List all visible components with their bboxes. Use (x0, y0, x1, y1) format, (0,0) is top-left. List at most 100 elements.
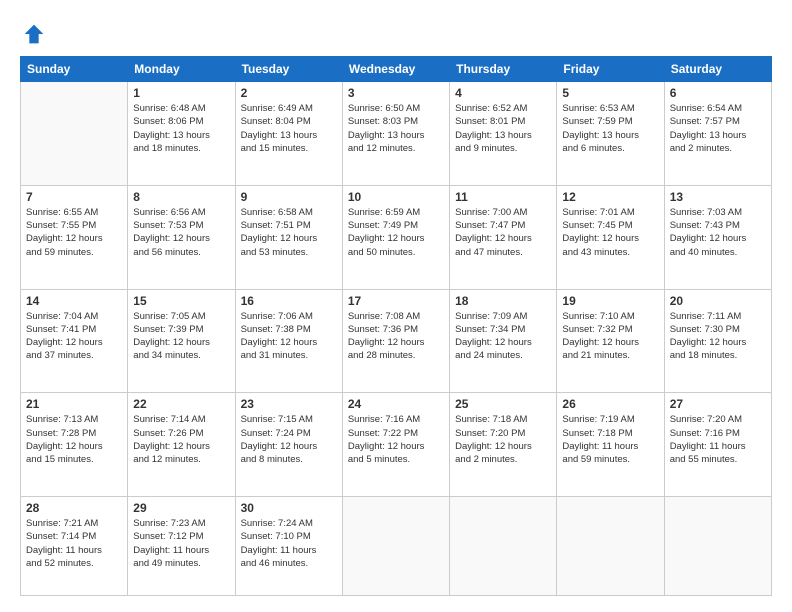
calendar-cell (664, 497, 771, 596)
day-info: Sunrise: 6:52 AMSunset: 8:01 PMDaylight:… (455, 102, 551, 155)
day-number: 14 (26, 294, 122, 308)
day-number: 16 (241, 294, 337, 308)
header-row: SundayMondayTuesdayWednesdayThursdayFrid… (21, 57, 772, 82)
day-number: 18 (455, 294, 551, 308)
calendar-cell: 25 Sunrise: 7:18 AMSunset: 7:20 PMDayligh… (450, 393, 557, 497)
logo (20, 20, 52, 48)
week-row-1: 1 Sunrise: 6:48 AMSunset: 8:06 PMDaylight… (21, 82, 772, 186)
calendar-cell: 7 Sunrise: 6:55 AMSunset: 7:55 PMDaylight… (21, 185, 128, 289)
calendar-cell: 8 Sunrise: 6:56 AMSunset: 7:53 PMDaylight… (128, 185, 235, 289)
calendar-cell: 27 Sunrise: 7:20 AMSunset: 7:16 PMDayligh… (664, 393, 771, 497)
day-info: Sunrise: 7:20 AMSunset: 7:16 PMDaylight:… (670, 413, 766, 466)
day-number: 28 (26, 501, 122, 515)
week-row-4: 21 Sunrise: 7:13 AMSunset: 7:28 PMDayligh… (21, 393, 772, 497)
day-number: 7 (26, 190, 122, 204)
calendar-cell: 21 Sunrise: 7:13 AMSunset: 7:28 PMDayligh… (21, 393, 128, 497)
calendar-cell: 28 Sunrise: 7:21 AMSunset: 7:14 PMDayligh… (21, 497, 128, 596)
day-number: 3 (348, 86, 444, 100)
calendar-cell: 23 Sunrise: 7:15 AMSunset: 7:24 PMDayligh… (235, 393, 342, 497)
calendar-cell: 24Sunrise: 7:16 AMSunset: 7:22 PMDayligh… (342, 393, 449, 497)
calendar-cell: 18 Sunrise: 7:09 AMSunset: 7:34 PMDayligh… (450, 289, 557, 393)
calendar-cell: 1 Sunrise: 6:48 AMSunset: 8:06 PMDaylight… (128, 82, 235, 186)
calendar-cell: 2 Sunrise: 6:49 AMSunset: 8:04 PMDaylight… (235, 82, 342, 186)
day-number: 9 (241, 190, 337, 204)
logo-icon (20, 20, 48, 48)
day-info: Sunrise: 6:56 AMSunset: 7:53 PMDaylight:… (133, 206, 229, 259)
week-row-5: 28 Sunrise: 7:21 AMSunset: 7:14 PMDayligh… (21, 497, 772, 596)
day-of-week-tuesday: Tuesday (235, 57, 342, 82)
day-number: 8 (133, 190, 229, 204)
day-of-week-wednesday: Wednesday (342, 57, 449, 82)
day-number: 15 (133, 294, 229, 308)
calendar-cell: 3 Sunrise: 6:50 AMSunset: 8:03 PMDaylight… (342, 82, 449, 186)
day-number: 4 (455, 86, 551, 100)
day-info: Sunrise: 7:04 AMSunset: 7:41 PMDaylight:… (26, 310, 122, 363)
day-of-week-sunday: Sunday (21, 57, 128, 82)
day-info: Sunrise: 6:48 AMSunset: 8:06 PMDaylight:… (133, 102, 229, 155)
day-info: Sunrise: 6:49 AMSunset: 8:04 PMDaylight:… (241, 102, 337, 155)
day-number: 25 (455, 397, 551, 411)
day-info: Sunrise: 7:09 AMSunset: 7:34 PMDaylight:… (455, 310, 551, 363)
day-number: 11 (455, 190, 551, 204)
day-number: 21 (26, 397, 122, 411)
day-number: 17 (348, 294, 444, 308)
day-info: Sunrise: 7:13 AMSunset: 7:28 PMDaylight:… (26, 413, 122, 466)
calendar-cell: 12 Sunrise: 7:01 AMSunset: 7:45 PMDayligh… (557, 185, 664, 289)
calendar-cell (557, 497, 664, 596)
day-info: Sunrise: 7:08 AMSunset: 7:36 PMDaylight:… (348, 310, 444, 363)
day-number: 22 (133, 397, 229, 411)
calendar-cell: 26 Sunrise: 7:19 AMSunset: 7:18 PMDayligh… (557, 393, 664, 497)
day-number: 20 (670, 294, 766, 308)
day-info: Sunrise: 7:11 AMSunset: 7:30 PMDaylight:… (670, 310, 766, 363)
day-info: Sunrise: 7:01 AMSunset: 7:45 PMDaylight:… (562, 206, 658, 259)
day-info: Sunrise: 7:05 AMSunset: 7:39 PMDaylight:… (133, 310, 229, 363)
day-info: Sunrise: 6:50 AMSunset: 8:03 PMDaylight:… (348, 102, 444, 155)
day-info: Sunrise: 7:21 AMSunset: 7:14 PMDaylight:… (26, 517, 122, 570)
calendar-cell: 6Sunrise: 6:54 AMSunset: 7:57 PMDaylight… (664, 82, 771, 186)
calendar-cell: 9Sunrise: 6:58 AMSunset: 7:51 PMDaylight… (235, 185, 342, 289)
day-number: 12 (562, 190, 658, 204)
day-number: 30 (241, 501, 337, 515)
day-number: 2 (241, 86, 337, 100)
calendar-cell: 15 Sunrise: 7:05 AMSunset: 7:39 PMDayligh… (128, 289, 235, 393)
day-number: 5 (562, 86, 658, 100)
day-number: 29 (133, 501, 229, 515)
day-info: Sunrise: 7:19 AMSunset: 7:18 PMDaylight:… (562, 413, 658, 466)
calendar-cell: 14 Sunrise: 7:04 AMSunset: 7:41 PMDayligh… (21, 289, 128, 393)
day-number: 19 (562, 294, 658, 308)
calendar-cell (342, 497, 449, 596)
calendar-cell: 29 Sunrise: 7:23 AMSunset: 7:12 PMDayligh… (128, 497, 235, 596)
day-number: 10 (348, 190, 444, 204)
calendar: SundayMondayTuesdayWednesdayThursdayFrid… (20, 56, 772, 596)
calendar-cell: 19 Sunrise: 7:10 AMSunset: 7:32 PMDayligh… (557, 289, 664, 393)
day-info: Sunrise: 7:16 AMSunset: 7:22 PMDaylight:… (348, 413, 444, 466)
calendar-cell: 17 Sunrise: 7:08 AMSunset: 7:36 PMDayligh… (342, 289, 449, 393)
day-of-week-saturday: Saturday (664, 57, 771, 82)
day-info: Sunrise: 6:55 AMSunset: 7:55 PMDaylight:… (26, 206, 122, 259)
day-number: 1 (133, 86, 229, 100)
day-number: 13 (670, 190, 766, 204)
week-row-2: 7 Sunrise: 6:55 AMSunset: 7:55 PMDaylight… (21, 185, 772, 289)
day-info: Sunrise: 7:10 AMSunset: 7:32 PMDaylight:… (562, 310, 658, 363)
calendar-cell: 10Sunrise: 6:59 AMSunset: 7:49 PMDayligh… (342, 185, 449, 289)
day-info: Sunrise: 7:06 AMSunset: 7:38 PMDaylight:… (241, 310, 337, 363)
header (20, 16, 772, 48)
day-info: Sunrise: 6:53 AMSunset: 7:59 PMDaylight:… (562, 102, 658, 155)
day-info: Sunrise: 6:54 AMSunset: 7:57 PMDaylight:… (670, 102, 766, 155)
day-number: 27 (670, 397, 766, 411)
day-number: 23 (241, 397, 337, 411)
day-info: Sunrise: 7:15 AMSunset: 7:24 PMDaylight:… (241, 413, 337, 466)
day-info: Sunrise: 7:14 AMSunset: 7:26 PMDaylight:… (133, 413, 229, 466)
calendar-cell (21, 82, 128, 186)
day-of-week-thursday: Thursday (450, 57, 557, 82)
page: SundayMondayTuesdayWednesdayThursdayFrid… (0, 0, 792, 612)
day-info: Sunrise: 7:18 AMSunset: 7:20 PMDaylight:… (455, 413, 551, 466)
day-of-week-monday: Monday (128, 57, 235, 82)
calendar-cell: 16 Sunrise: 7:06 AMSunset: 7:38 PMDayligh… (235, 289, 342, 393)
day-of-week-friday: Friday (557, 57, 664, 82)
day-info: Sunrise: 7:23 AMSunset: 7:12 PMDaylight:… (133, 517, 229, 570)
day-info: Sunrise: 7:03 AMSunset: 7:43 PMDaylight:… (670, 206, 766, 259)
day-number: 26 (562, 397, 658, 411)
calendar-cell (450, 497, 557, 596)
day-info: Sunrise: 7:00 AMSunset: 7:47 PMDaylight:… (455, 206, 551, 259)
